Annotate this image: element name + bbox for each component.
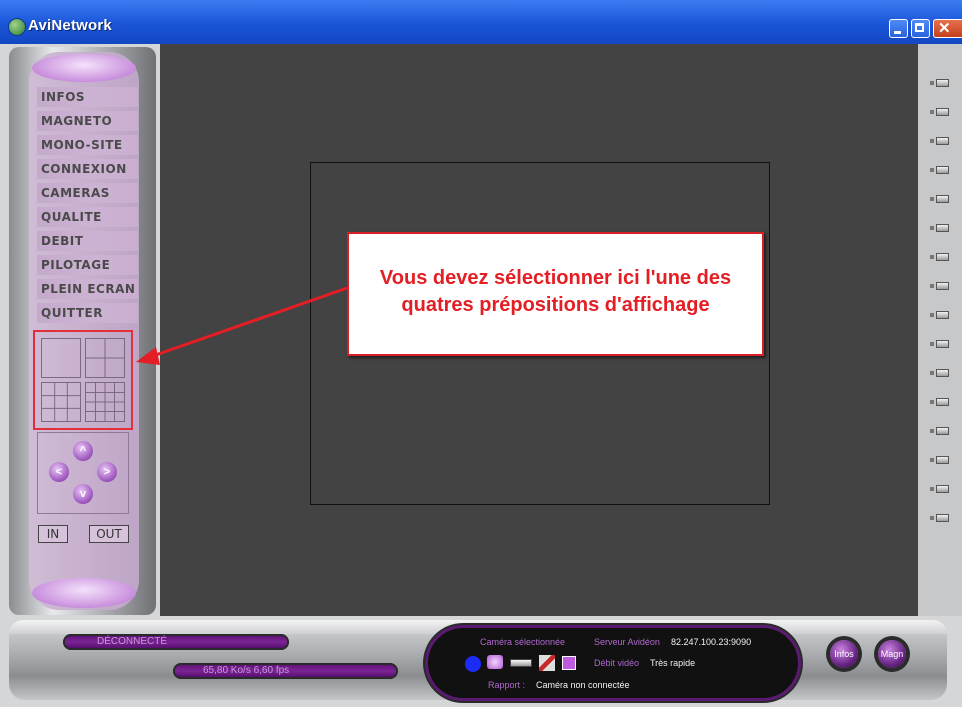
callout-line-1: Vous devez sélectionner ici l'une des	[379, 267, 732, 289]
instruction-callout: Vous devez sélectionner ici l'une des qu…	[347, 232, 764, 356]
callout-line-2: quatres prépositions d'affichage	[401, 294, 710, 316]
